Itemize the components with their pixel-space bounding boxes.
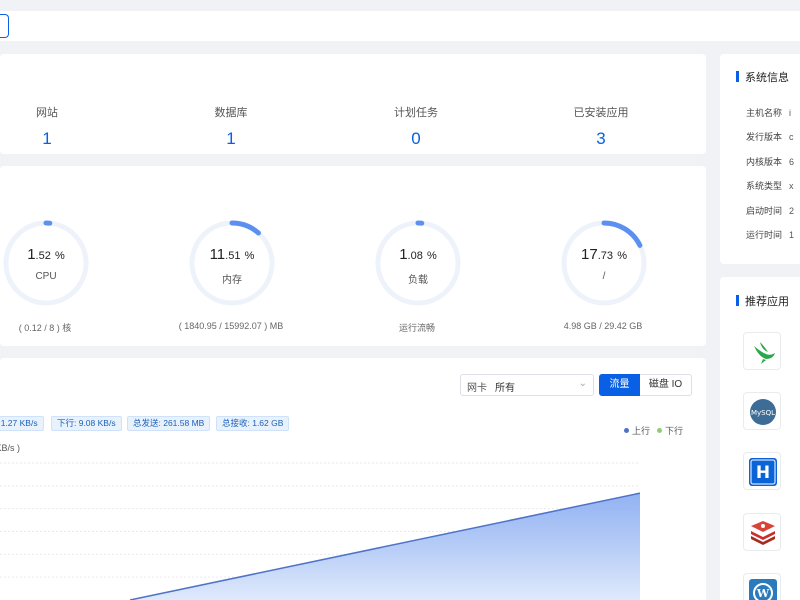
apps-card: [720, 277, 800, 600]
title-accent-bar: [736, 71, 739, 82]
sysinfo-system-type: 系统类型 x: [746, 181, 794, 191]
wordpress-icon: W: [749, 579, 777, 600]
gauge-name: 内存: [222, 275, 242, 286]
disk-gauge[interactable]: 17.73 % /: [559, 218, 649, 308]
nic-select-label: 网卡: [467, 383, 487, 394]
gauge-progress-arc: [601, 220, 643, 248]
legend-dot: [624, 428, 629, 433]
app-openresty[interactable]: [743, 332, 781, 370]
gauge-track: [3, 220, 89, 306]
sysinfo-hostname: 主机名称 i: [746, 108, 792, 118]
svg-text:MySQL: MySQL: [751, 409, 775, 417]
tab-disk-io[interactable]: 磁盘 IO: [640, 374, 692, 396]
memory-gauge[interactable]: 11.51 % 内存: [187, 218, 277, 308]
halo-icon: H: [749, 458, 777, 486]
nic-select-value: 所有: [495, 383, 515, 394]
app-redis[interactable]: [743, 513, 781, 551]
gauge-value: 1.52 %: [27, 246, 65, 263]
download-rate-chip: 下行: 9.08 KB/s: [51, 416, 122, 431]
mysql-icon: MySQL: [750, 399, 776, 425]
gauge-name: 负载: [408, 275, 428, 286]
sysinfo-boot-time: 启动时间 2: [746, 206, 795, 216]
cpu-cores-text: ( 0.12 / 8 ) 核: [18, 323, 72, 333]
memory-usage-text: ( 1840.95 / 15992.07 ) MB: [178, 321, 284, 331]
legend-upload[interactable]: 上行: [624, 424, 650, 437]
disk-usage-text: 4.98 GB / 29.42 GB: [563, 321, 643, 331]
apps-title-text: 推荐应用: [745, 296, 789, 308]
gauge-ring: [189, 220, 275, 306]
overview-label: 已安装应用: [573, 107, 629, 119]
sysinfo-release: 发行版本 c: [746, 132, 794, 142]
openresty-icon: [754, 342, 775, 364]
redis-icon: [751, 521, 775, 545]
gauge-progress-arc: [229, 220, 261, 236]
overview-installed-apps[interactable]: 已安装应用 3: [531, 104, 671, 149]
overview-value[interactable]: 3: [531, 129, 671, 149]
cpu-gauge[interactable]: 1.52 % CPU: [1, 218, 91, 308]
load-status-text: 运行流畅: [398, 323, 435, 333]
nic-select[interactable]: 网卡 所有 ⌄: [460, 374, 594, 396]
total-sent-chip: 总发送: 261.58 MB: [127, 416, 211, 431]
overview-label: 计划任务: [394, 107, 438, 119]
overview-value[interactable]: 1: [161, 129, 301, 149]
apps-title: 推荐应用: [736, 293, 789, 309]
gauge-value: 11.51 %: [209, 246, 255, 263]
gauge-name: CPU: [35, 271, 57, 282]
overview-value[interactable]: 1: [0, 129, 117, 149]
total-received-chip: 总接收: 1.62 GB: [216, 416, 290, 431]
sysinfo-title-text: 系统信息: [745, 72, 789, 84]
load-gauge[interactable]: 1.08 % 负载: [373, 218, 463, 308]
active-tab-marker[interactable]: [0, 14, 9, 38]
svg-text:W: W: [756, 587, 770, 600]
gauge-ring: [3, 220, 89, 306]
overview-label: 网站: [36, 107, 58, 119]
legend-label: 上行: [632, 426, 651, 436]
overview-label: 数据库: [214, 107, 248, 119]
sysinfo-uptime: 运行时间 1: [746, 230, 795, 240]
upload-rate-chip: 上行: 1.27 KB/s: [0, 416, 44, 431]
top-toolbar: [0, 11, 800, 41]
sysinfo-title: 系统信息: [736, 69, 789, 85]
sysinfo-kernel: 内核版本 6: [746, 157, 795, 167]
overview-websites[interactable]: 网站 1: [0, 104, 117, 149]
legend-label: 下行: [665, 426, 684, 436]
gauge-track: [189, 220, 275, 306]
overview-cron-jobs[interactable]: 计划任务 0: [346, 104, 486, 149]
legend-dot: [657, 428, 662, 433]
tab-traffic[interactable]: 流量: [599, 374, 640, 396]
gauge-track: [375, 220, 461, 306]
overview-value[interactable]: 0: [346, 129, 486, 149]
app-halo[interactable]: H: [743, 452, 781, 490]
gauge-value: 1.08 %: [399, 246, 437, 263]
gauge-name: /: [602, 271, 606, 282]
svg-text:H: H: [756, 463, 770, 483]
chevron-down-icon: ⌄: [578, 378, 587, 389]
overview-databases[interactable]: 数据库 1: [161, 104, 301, 149]
gauge-ring: [561, 220, 647, 306]
gauge-value: 17.73 %: [581, 246, 627, 263]
legend-download[interactable]: 下行: [657, 424, 683, 437]
gauge-ring: [375, 220, 461, 306]
title-accent-bar: [736, 295, 739, 306]
network-chart: [0, 462, 641, 600]
app-wordpress[interactable]: W: [743, 573, 781, 600]
app-mysql[interactable]: MySQL: [743, 392, 781, 430]
